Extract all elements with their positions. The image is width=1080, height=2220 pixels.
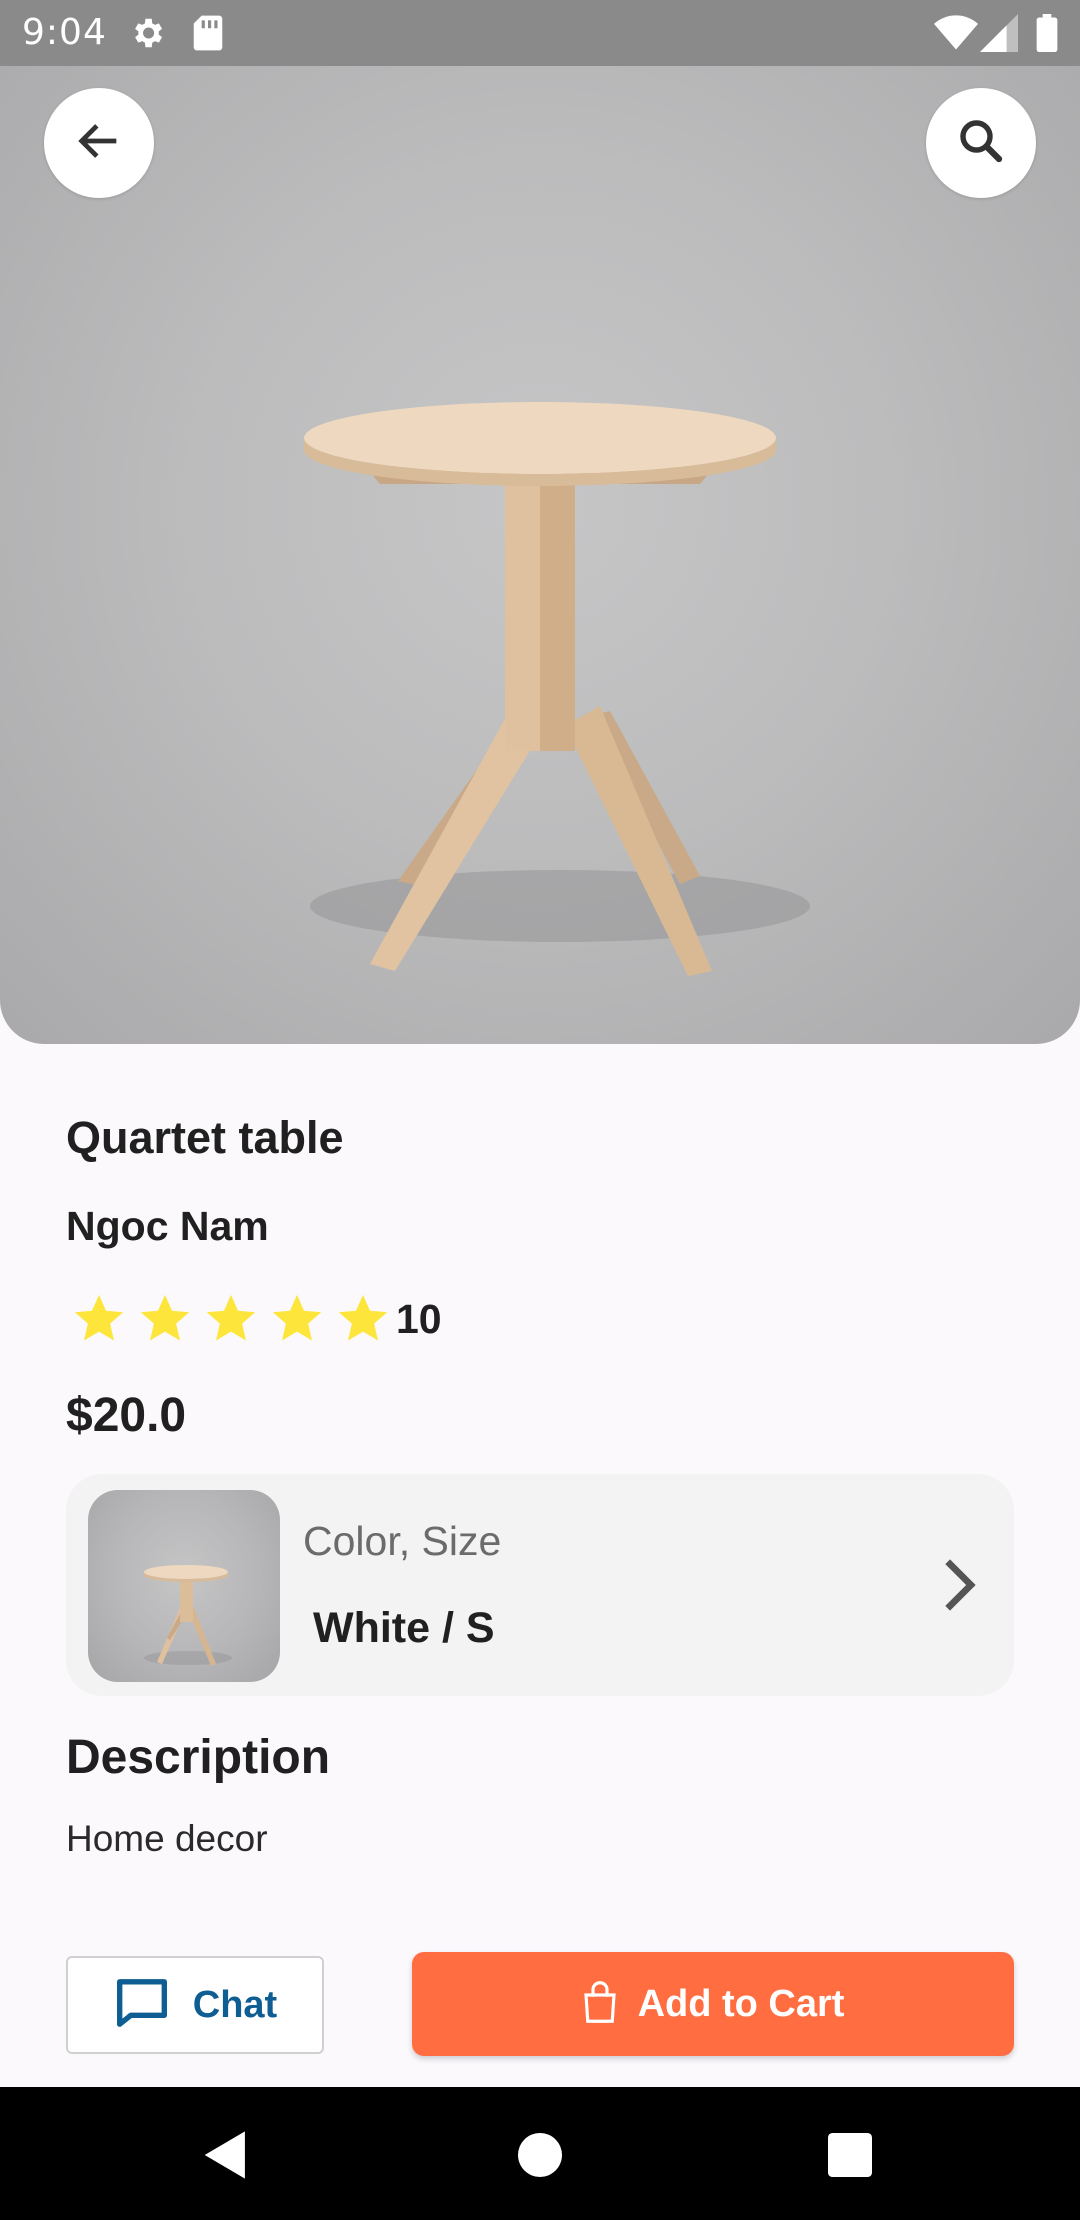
arrow-left-icon bbox=[73, 115, 125, 172]
wifi-icon bbox=[934, 14, 978, 57]
search-icon bbox=[954, 114, 1008, 173]
variant-value: White / S bbox=[313, 1604, 495, 1652]
rating-stars bbox=[66, 1286, 396, 1352]
system-nav-bar bbox=[0, 2087, 1080, 2220]
star-icon bbox=[330, 1286, 396, 1352]
star-icon bbox=[264, 1286, 330, 1352]
variant-thumbnail bbox=[88, 1490, 280, 1682]
product-image bbox=[0, 66, 1080, 1044]
status-time: 9:04 bbox=[22, 12, 107, 53]
search-button[interactable] bbox=[926, 88, 1036, 198]
add-to-cart-label: Add to Cart bbox=[637, 1982, 845, 2025]
square-recents-icon bbox=[828, 2132, 872, 2182]
cell-signal-icon bbox=[980, 14, 1018, 57]
nav-back-button[interactable] bbox=[186, 2117, 266, 2197]
variant-selector[interactable]: Color, Size White / S bbox=[66, 1474, 1014, 1696]
chat-icon bbox=[113, 1975, 171, 2036]
star-icon bbox=[198, 1286, 264, 1352]
product-price: $20.0 bbox=[66, 1389, 187, 1442]
chat-button[interactable]: Chat bbox=[66, 1956, 324, 2054]
table-illustration bbox=[304, 402, 810, 976]
nav-home-button[interactable] bbox=[500, 2117, 580, 2197]
description-heading: Description bbox=[66, 1731, 331, 1784]
sd-card-icon bbox=[192, 14, 224, 57]
battery-icon bbox=[1036, 14, 1058, 57]
triangle-back-icon bbox=[202, 2129, 250, 2186]
add-to-cart-button[interactable]: Add to Cart bbox=[412, 1952, 1014, 2056]
rating-count: 10 bbox=[396, 1295, 442, 1342]
star-icon bbox=[66, 1286, 132, 1352]
rating: 10 bbox=[66, 1286, 442, 1352]
gear-icon bbox=[128, 14, 166, 57]
chevron-right-icon bbox=[932, 1554, 984, 1621]
star-icon bbox=[132, 1286, 198, 1352]
chat-label: Chat bbox=[192, 1983, 278, 2026]
circle-home-icon bbox=[518, 2132, 562, 2182]
variant-label: Color, Size bbox=[303, 1518, 502, 1564]
shopping-bag-icon bbox=[582, 1980, 618, 2028]
back-button[interactable] bbox=[44, 88, 154, 198]
nav-recents-button[interactable] bbox=[810, 2117, 890, 2197]
product-title: Quartet table bbox=[66, 1112, 344, 1163]
description-text: Home decor bbox=[66, 1818, 268, 1859]
seller-name: Ngoc Nam bbox=[66, 1203, 269, 1249]
status-bar: 9:04 bbox=[0, 0, 1080, 66]
